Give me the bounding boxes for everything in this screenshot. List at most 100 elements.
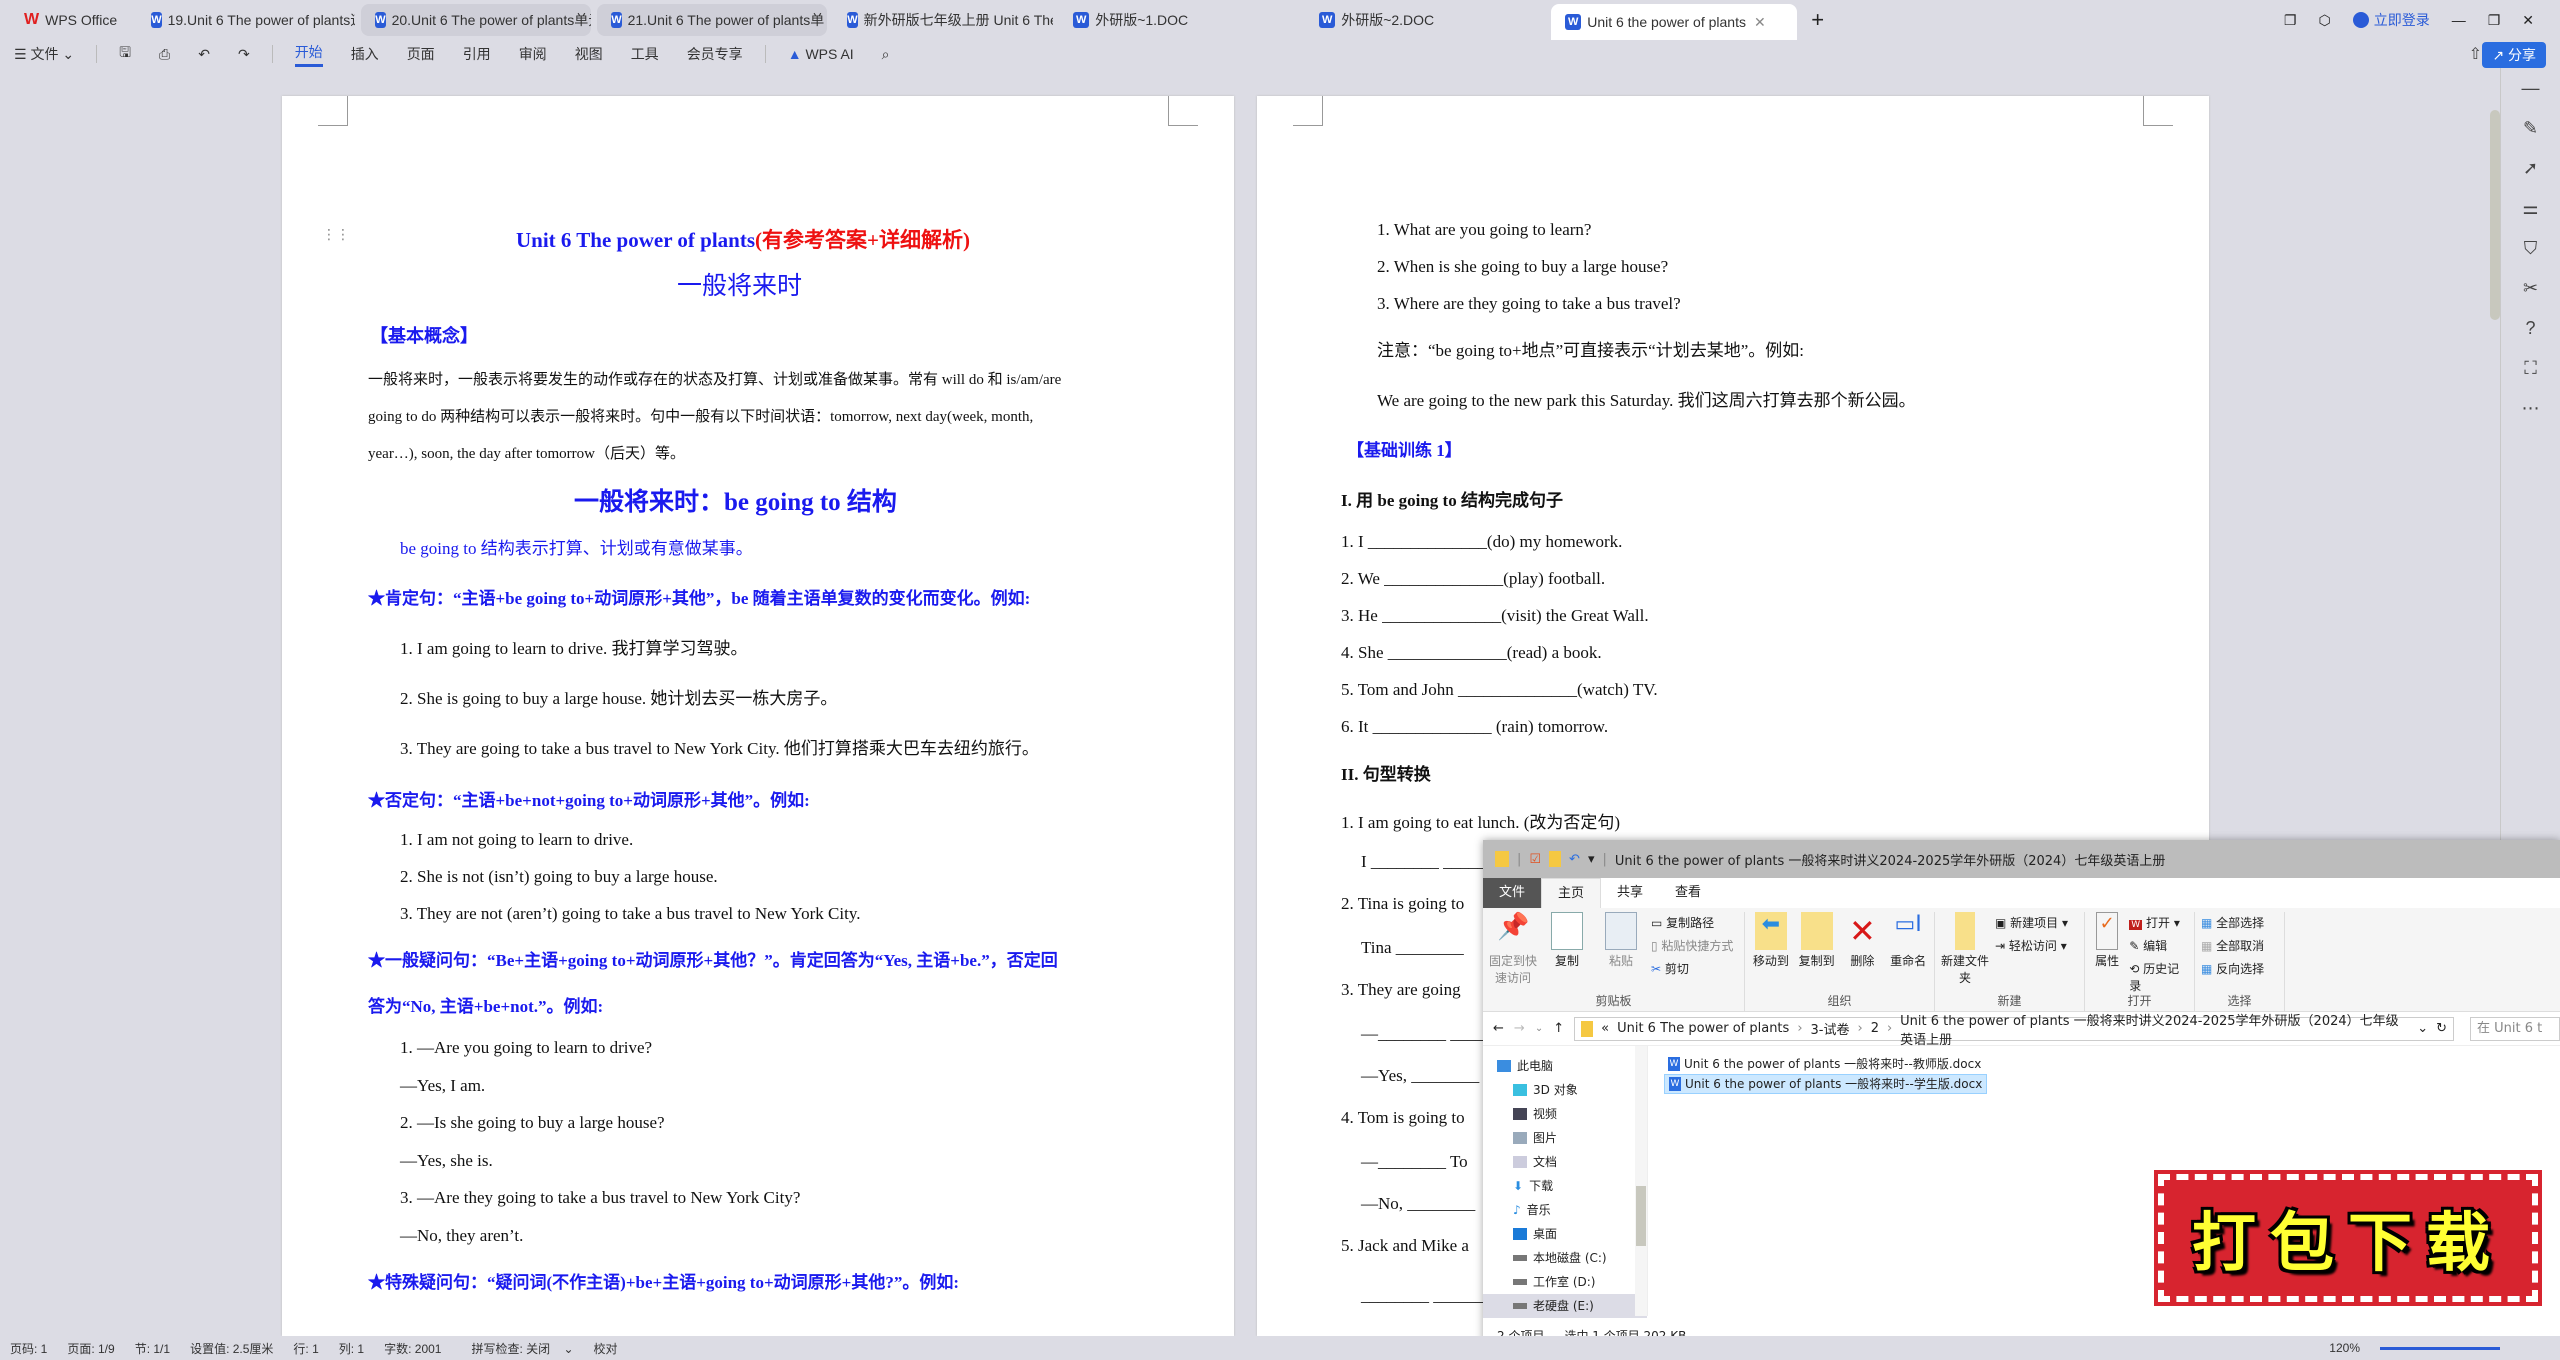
menu-page[interactable]: 页面 (407, 44, 435, 64)
file-item-selected[interactable]: W Unit 6 the power of plants 一般将来时--学生版.d… (1664, 1074, 1988, 1094)
menu-tools[interactable]: 工具 (631, 44, 659, 64)
menu-member[interactable]: 会员专享 (687, 44, 743, 64)
refresh-icon[interactable]: ↻ (2436, 1021, 2447, 1036)
menu-references[interactable]: 引用 (463, 44, 491, 64)
recent-dropdown-icon[interactable]: ⌄ (1535, 1023, 1543, 1034)
doc-tab-active[interactable]: W Unit 6 the power of plants ✕ (1551, 4, 1798, 40)
new-tab-button[interactable]: + (1811, 7, 1824, 33)
menu-view[interactable]: 视图 (575, 44, 603, 64)
nav-item-drive-d[interactable]: 工作室 (D:) (1483, 1270, 1647, 1294)
new-item-button[interactable]: ▣ 新建项目 ▾ (1995, 914, 2068, 931)
undo-quick-icon[interactable]: ↶ (1569, 852, 1580, 867)
tools-icon[interactable]: ✂ (2501, 268, 2560, 308)
status-page-number[interactable]: 页码: 1 (10, 1340, 47, 1357)
nav-item-pictures[interactable]: 图片 (1483, 1126, 1647, 1150)
file-item[interactable]: W Unit 6 the power of plants 一般将来时--教师版.d… (1664, 1054, 1985, 1074)
status-proofread[interactable]: 校对 (594, 1340, 618, 1357)
collapse-icon[interactable]: — (2501, 68, 2560, 108)
nav-item-downloads[interactable]: ⬇ 下载 (1483, 1174, 1647, 1198)
tab-view[interactable]: 查看 (1659, 878, 1717, 908)
up-icon[interactable]: ↑ (1553, 1021, 1564, 1036)
invert-selection-button[interactable]: ▦ 反向选择 (2201, 960, 2264, 977)
tab-share[interactable]: 共享 (1601, 878, 1659, 908)
nav-item-drive-c[interactable]: 本地磁盘 (C:) (1483, 1246, 1647, 1270)
select-all-button[interactable]: ▦ 全部选择 (2201, 914, 2264, 931)
multi-window-icon[interactable]: ❐ (2284, 12, 2297, 29)
status-word-count[interactable]: 字数: 2001 (384, 1340, 441, 1357)
share-button[interactable]: ↗ 分享 (2482, 42, 2546, 68)
redo-icon[interactable]: ↷ (238, 46, 250, 63)
nav-scroll-thumb[interactable] (1636, 1186, 1646, 1246)
nav-item-documents[interactable]: 文档 (1483, 1150, 1647, 1174)
breadcrumb-item[interactable]: Unit 6 the power of plants 一般将来时讲义2024-2… (1900, 1010, 2409, 1048)
tab-home[interactable]: 主页 (1541, 878, 1602, 908)
breadcrumb-item[interactable]: 2 (1871, 1021, 1879, 1036)
menu-start[interactable]: 开始 (294, 42, 323, 67)
undo-icon[interactable]: ↶ (198, 46, 210, 63)
pen-icon[interactable]: ✎ (2501, 108, 2560, 148)
cut-button[interactable]: ✂ 剪切 (1651, 960, 1733, 977)
print-icon[interactable]: ⎙ (159, 46, 170, 63)
nav-item-this-pc[interactable]: 此电脑 (1483, 1054, 1647, 1078)
help-icon[interactable]: ? (2501, 308, 2560, 348)
zoom-level[interactable]: 120% (2329, 1341, 2360, 1355)
adjust-sliders-icon[interactable]: ⚌ (2501, 188, 2560, 228)
properties-quick-icon[interactable]: ☑ (1529, 852, 1541, 867)
easy-access-button[interactable]: ⇥ 轻松访问 ▾ (1995, 937, 2068, 954)
address-dropdown-icon[interactable]: ⌄ (2417, 1021, 2428, 1036)
menu-file[interactable]: ☰ 文件 ⌄ (14, 44, 74, 64)
doc-tab[interactable]: W 外研版~1.DOC (1059, 4, 1299, 36)
status-pages[interactable]: 页面: 1/9 (67, 1340, 114, 1357)
doc-tab[interactable]: W 20.Unit 6 The power of plants单元 (361, 4, 592, 36)
doc-tab[interactable]: W 外研版~2.DOC (1305, 4, 1545, 36)
theme-icon[interactable]: ⛶ (2501, 348, 2560, 388)
search-icon[interactable]: ⌕ (882, 46, 890, 63)
wps-ai-button[interactable]: ▲ WPS AI (788, 46, 854, 62)
download-package-banner[interactable]: 打包下载 (2154, 1170, 2542, 1306)
copy-path-button[interactable]: ▭ 复制路径 (1651, 914, 1733, 931)
select-arrow-icon[interactable]: ➚ (2501, 148, 2560, 188)
nav-item-videos[interactable]: 视频 (1483, 1102, 1647, 1126)
menu-insert[interactable]: 插入 (351, 44, 379, 64)
doc-tab[interactable]: W 19.Unit 6 The power of plants速记 (137, 4, 355, 36)
nav-scrollbar[interactable] (1635, 1046, 1647, 1316)
back-icon[interactable]: ← (1493, 1021, 1504, 1036)
menu-review[interactable]: 审阅 (519, 44, 547, 64)
format-icon[interactable]: ⛉ (2501, 228, 2560, 268)
document-page-1[interactable]: Unit 6 The power of plants(有参考答案+详细解析) 一… (282, 96, 1234, 1336)
cloud-upload-icon[interactable]: ⇧ (2469, 44, 2482, 64)
status-spell-check[interactable]: 拼写检查: 关闭 ⌄ (461, 1340, 573, 1357)
address-bar[interactable]: « Unit 6 The power of plants › 3-试卷 › 2 › U… (1574, 1014, 2454, 1048)
open-button[interactable]: W 打开 ▾ (2129, 914, 2188, 931)
breadcrumb-item[interactable]: 3-试卷 (1811, 1019, 1850, 1038)
tab-file[interactable]: 文件 (1483, 878, 1542, 908)
close-icon[interactable]: ✕ (2522, 12, 2534, 29)
nav-item-desktop[interactable]: 桌面 (1483, 1222, 1647, 1246)
explorer-search-input[interactable]: 在 Unit 6 t (2470, 1016, 2560, 1041)
doc-tab[interactable]: W 21.Unit 6 The power of plants单 (597, 4, 828, 36)
close-tab-icon[interactable]: ✕ (1754, 14, 1766, 31)
minimize-icon[interactable]: — (2452, 12, 2466, 28)
paste-shortcut-button[interactable]: ▯ 粘贴快捷方式 (1651, 937, 1733, 954)
login-button[interactable]: 立即登录 (2352, 10, 2430, 30)
breadcrumb-item[interactable]: Unit 6 The power of plants (1617, 1021, 1789, 1036)
nav-item-music[interactable]: ♪ 音乐 (1483, 1198, 1647, 1222)
skin-icon[interactable]: ⬡ (2318, 12, 2330, 29)
save-icon[interactable]: 🖫 (119, 42, 131, 66)
forward-icon[interactable]: → (1514, 1021, 1525, 1036)
history-button[interactable]: ⟲ 历史记录 (2129, 960, 2188, 994)
quick-access-dropdown-icon[interactable]: ▾ (1588, 852, 1595, 867)
select-none-button[interactable]: ▦ 全部取消 (2201, 937, 2264, 954)
more-icon[interactable]: ⋯ (2501, 388, 2560, 428)
nav-item-drive-e[interactable]: 老硬盘 (E:) (1483, 1294, 1647, 1318)
new-folder-quick-icon[interactable] (1549, 851, 1562, 867)
restore-icon[interactable]: ❐ (2488, 12, 2501, 29)
vertical-scrollbar[interactable] (2490, 110, 2500, 320)
drag-handle-icon[interactable]: ⋮⋮ (322, 226, 350, 243)
nav-item-3d-objects[interactable]: 3D 对象 (1483, 1078, 1647, 1102)
zoom-slider[interactable] (2380, 1346, 2500, 1350)
doc-tab[interactable]: W 新外研版七年级上册 Unit 6 The pow (833, 4, 1053, 36)
overflow-icon[interactable]: « (1601, 1021, 1609, 1036)
edit-button[interactable]: ✎ 编辑 (2129, 937, 2188, 954)
wps-home-tab[interactable]: W WPS Office (10, 4, 131, 36)
